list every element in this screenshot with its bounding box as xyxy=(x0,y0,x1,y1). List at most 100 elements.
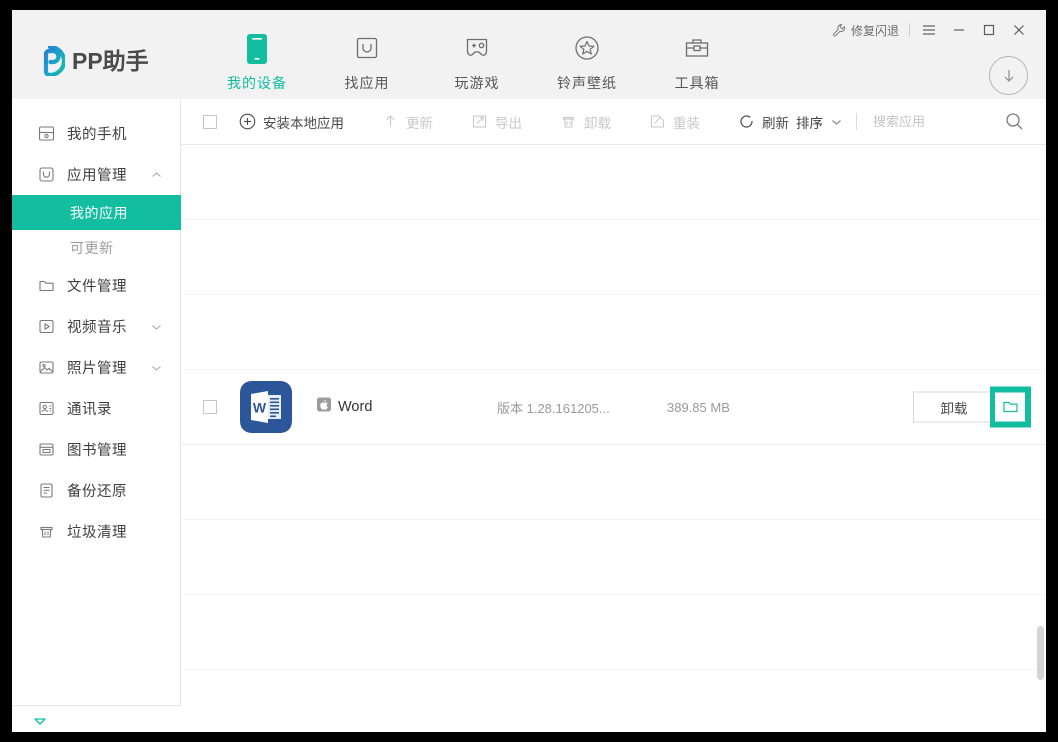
collapse-chevron-down-icon[interactable] xyxy=(33,713,47,731)
app-manage-icon xyxy=(37,165,56,184)
gamepad-icon xyxy=(422,32,532,66)
search-input[interactable] xyxy=(871,113,1005,130)
toolbar-button-label: 导出 xyxy=(495,115,522,131)
chevron-down-icon xyxy=(151,359,162,377)
pp-logo-icon xyxy=(43,46,65,76)
nav-item-find-apps[interactable]: 找应用 xyxy=(312,32,422,93)
close-icon xyxy=(1014,25,1024,35)
minimize-icon xyxy=(954,29,964,31)
table-row[interactable]: W Word 版本 1.28.161205... 389.85 MB 卸载 xyxy=(181,370,1046,445)
logo-text: PP助手 xyxy=(72,47,149,74)
app-size: 389.85 MB xyxy=(667,399,730,415)
minimize-button[interactable] xyxy=(944,18,974,42)
search-icon[interactable] xyxy=(1005,112,1024,131)
table-row[interactable] xyxy=(181,520,1046,595)
install-local-app-button[interactable]: 安装本地应用 xyxy=(239,112,344,132)
sidebar-item-label: 图书管理 xyxy=(67,443,127,459)
table-row[interactable] xyxy=(181,220,1046,295)
toolbar-button-label: 更新 xyxy=(406,115,433,131)
update-button[interactable]: 更新 xyxy=(382,112,433,132)
list-scrollbar-thumb[interactable] xyxy=(1037,626,1044,680)
main-nav: 我的设备 找应用 玩游戏 铃声壁纸 工具箱 xyxy=(202,32,752,93)
chevron-up-icon xyxy=(151,166,162,184)
sidebar-item-app-management[interactable]: 应用管理 xyxy=(12,154,180,195)
maximize-icon xyxy=(983,24,995,36)
sidebar-item-photo-management[interactable]: 照片管理 xyxy=(12,347,180,388)
sidebar-item-label: 垃圾清理 xyxy=(67,525,127,541)
table-row[interactable] xyxy=(181,145,1046,220)
upload-arrow-icon xyxy=(386,115,395,126)
table-row[interactable] xyxy=(181,445,1046,520)
export-button[interactable]: 导出 xyxy=(471,112,522,132)
table-row[interactable] xyxy=(181,595,1046,670)
plus-circle-icon xyxy=(239,113,256,130)
list-scrollbar-track[interactable] xyxy=(1037,190,1046,732)
row-checkbox[interactable] xyxy=(203,400,217,414)
fix-crash-label: 修复闪退 xyxy=(850,23,899,38)
menu-button[interactable] xyxy=(914,18,944,42)
sidebar-item-label: 照片管理 xyxy=(67,361,127,377)
reinstall-button[interactable]: 重装 xyxy=(649,112,700,132)
sort-label: 排序 xyxy=(796,115,823,131)
sidebar-item-label: 视频音乐 xyxy=(67,320,127,336)
app-header: PP助手 我的设备 找应用 玩游戏 铃声壁纸 工具箱 修复闪退 xyxy=(12,10,1046,100)
search-box xyxy=(857,112,1046,131)
app-name: Word xyxy=(338,399,373,415)
trash-icon xyxy=(562,116,575,128)
folder-icon xyxy=(37,276,56,295)
sidebar-item-book-management[interactable]: 图书管理 xyxy=(12,429,180,470)
sidebar-item-contacts[interactable]: 通讯录 xyxy=(12,388,180,429)
nav-item-toolbox[interactable]: 工具箱 xyxy=(642,32,752,93)
nav-label: 玩游戏 xyxy=(454,75,500,91)
sidebar-subitem-label: 可更新 xyxy=(70,239,114,256)
open-folder-button[interactable] xyxy=(990,386,1031,428)
nav-label: 铃声壁纸 xyxy=(557,75,617,91)
refresh-button[interactable]: 刷新 xyxy=(738,112,789,132)
window-controls-area: 修复闪退 xyxy=(832,18,1034,42)
sidebar-item-label: 我的手机 xyxy=(67,127,127,143)
nav-label: 我的设备 xyxy=(227,75,287,91)
sidebar-item-backup-restore[interactable]: 备份还原 xyxy=(12,470,180,511)
uninstall-toolbar-button[interactable]: 卸载 xyxy=(560,112,611,132)
nav-label: 找应用 xyxy=(344,75,390,91)
sidebar-item-label: 通讯录 xyxy=(67,402,112,418)
sort-dropdown[interactable]: 排序 xyxy=(796,112,856,132)
nav-label: 工具箱 xyxy=(674,75,720,91)
table-row[interactable] xyxy=(181,670,1046,732)
toolbar-divider xyxy=(909,23,910,37)
sidebar-item-video-music[interactable]: 视频音乐 xyxy=(12,306,180,347)
phone-icon xyxy=(202,32,312,66)
select-all-checkbox[interactable] xyxy=(203,114,217,129)
toolbar-button-label: 卸载 xyxy=(584,115,611,131)
close-button[interactable] xyxy=(1004,18,1034,42)
chevron-down-icon xyxy=(831,114,842,129)
star-circle-icon xyxy=(532,32,642,66)
app-version: 版本 1.28.161205... xyxy=(497,400,610,416)
sidebar-item-label: 备份还原 xyxy=(67,484,127,500)
fix-crash-button[interactable]: 修复闪退 xyxy=(832,22,909,39)
refresh-icon xyxy=(740,115,753,128)
book-icon xyxy=(37,440,56,459)
toolbar-button-label: 重装 xyxy=(673,115,700,131)
sidebar-item-file-management[interactable]: 文件管理 xyxy=(12,265,180,306)
sidebar-item-my-phone[interactable]: 我的手机 xyxy=(12,113,180,154)
list-toolbar: 安装本地应用 更新 导出 卸载 重装 刷新 排序 搜索应用 xyxy=(181,99,1046,145)
maximize-button[interactable] xyxy=(974,18,1004,42)
nav-item-my-device[interactable]: 我的设备 xyxy=(202,32,312,93)
nav-item-ringtones-wallpaper[interactable]: 铃声壁纸 xyxy=(532,32,642,93)
sidebar-item-updatable[interactable]: 可更新 xyxy=(12,230,180,265)
sidebar-item-label: 应用管理 xyxy=(67,168,127,184)
nav-item-play-games[interactable]: 玩游戏 xyxy=(422,32,532,93)
toolbar-button-label: 安装本地应用 xyxy=(263,115,344,131)
backup-icon xyxy=(37,481,56,500)
hamburger-menu-icon xyxy=(923,25,935,35)
table-row[interactable] xyxy=(181,295,1046,370)
picture-icon xyxy=(37,358,56,377)
uninstall-button[interactable]: 卸载 xyxy=(913,391,995,423)
download-arrow-icon xyxy=(1004,69,1013,82)
downloads-button[interactable] xyxy=(989,56,1028,95)
app-logo: PP助手 xyxy=(35,46,149,76)
export-icon xyxy=(472,115,487,128)
trash-broom-icon xyxy=(37,522,56,541)
sidebar-item-junk-clean[interactable]: 垃圾清理 xyxy=(12,511,180,552)
